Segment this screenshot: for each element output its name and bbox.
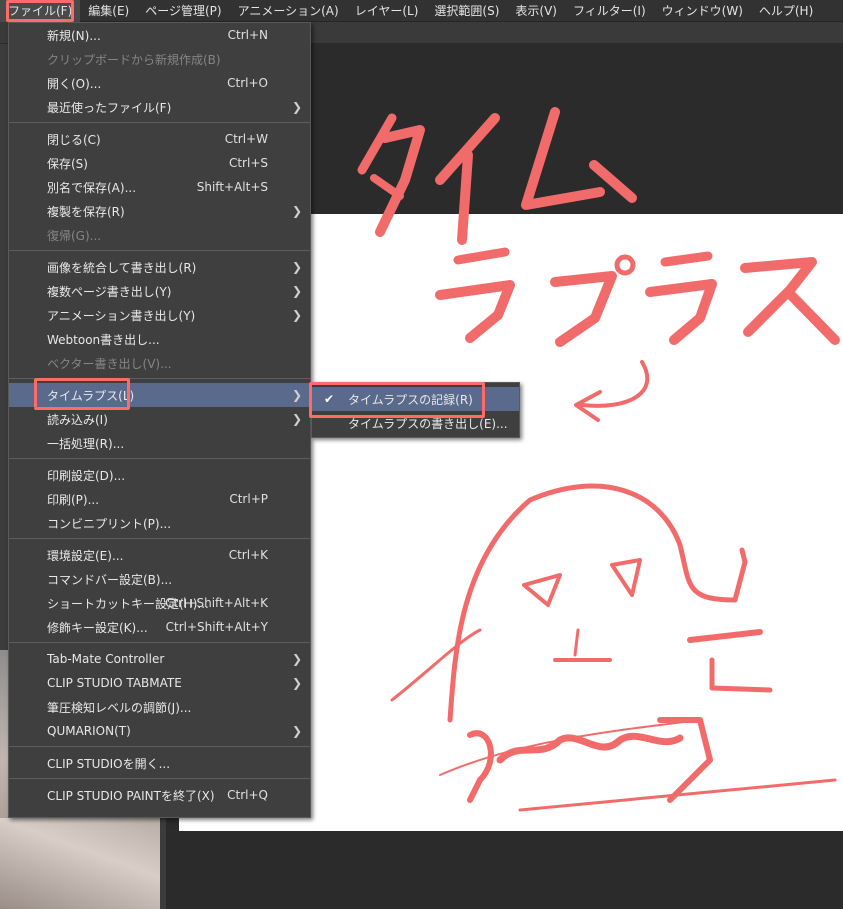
shortcut-label: Ctrl+Shift+Alt+K	[165, 596, 268, 610]
menu-filter[interactable]: フィルター(I)	[565, 0, 654, 22]
menu-item-export-animation[interactable]: アニメーション書き出し(Y) ❯	[9, 303, 310, 327]
menu-item-label: QUMARION(T)	[47, 724, 131, 738]
menu-item-label: CLIP STUDIOを開く...	[47, 756, 171, 771]
menu-item-label: 復帰(G)...	[47, 228, 102, 243]
menu-item-save-as[interactable]: 別名で保存(A)... Shift+Alt+S	[9, 175, 310, 199]
chevron-right-icon: ❯	[291, 204, 302, 218]
menu-item-close[interactable]: 閉じる(C) Ctrl+W	[9, 127, 310, 151]
shortcut-label: Ctrl+P	[229, 492, 268, 506]
menu-item-open-clip-studio[interactable]: CLIP STUDIOを開く...	[9, 751, 310, 775]
menu-view[interactable]: 表示(V)	[507, 0, 565, 22]
menu-item-label: 印刷(P)...	[47, 492, 100, 507]
panel-thumbnail-lower	[0, 818, 160, 909]
menu-item-print[interactable]: 印刷(P)... Ctrl+P	[9, 487, 310, 511]
menu-item-label: CLIP STUDIO PAINTを終了(X)	[47, 788, 215, 803]
menu-item-import[interactable]: 読み込み(I) ❯	[9, 407, 310, 431]
menu-item-recent-files[interactable]: 最近使ったファイル(F) ❯	[9, 95, 310, 119]
menu-item-label: Webtoon書き出し...	[47, 332, 160, 347]
menu-help[interactable]: ヘルプ(H)	[751, 0, 821, 22]
menu-item-open[interactable]: 開く(O)... Ctrl+O	[9, 71, 310, 95]
highlight-record-item	[309, 382, 485, 418]
menu-item-label: 最近使ったファイル(F)	[47, 100, 172, 115]
menu-item-label: 印刷設定(D)...	[47, 468, 126, 483]
menu-selection[interactable]: 選択範囲(S)	[426, 0, 507, 22]
menu-item-label: 保存(S)	[47, 156, 88, 171]
chevron-right-icon: ❯	[291, 388, 302, 402]
menu-item-export-multi[interactable]: 複数ページ書き出し(Y) ❯	[9, 279, 310, 303]
menu-separator	[9, 250, 310, 251]
menu-item-label: 閉じる(C)	[47, 132, 101, 147]
chevron-right-icon: ❯	[291, 284, 302, 298]
menu-item-save[interactable]: 保存(S) Ctrl+S	[9, 151, 310, 175]
menu-item-label: 修飾キー設定(K)...	[47, 620, 148, 635]
menu-item-command-bar[interactable]: コマンドバー設定(B)...	[9, 567, 310, 591]
menu-item-label: 開く(O)...	[47, 76, 102, 91]
menu-item-batch[interactable]: 一括処理(R)...	[9, 431, 310, 455]
menu-window[interactable]: ウィンドウ(W)	[654, 0, 751, 22]
menu-item-new-from-clipboard: クリップボードから新規作成(B)	[9, 47, 310, 71]
menu-item-new[interactable]: 新規(N)... Ctrl+N	[9, 23, 310, 47]
menu-layer[interactable]: レイヤー(L)	[347, 0, 427, 22]
shortcut-label: Ctrl+S	[228, 156, 268, 170]
menu-item-label: 読み込み(I)	[47, 412, 108, 427]
chevron-right-icon: ❯	[291, 412, 302, 426]
shortcut-label: Ctrl+Q	[227, 788, 268, 802]
menu-item-label: Tab-Mate Controller	[47, 652, 165, 666]
menu-edit[interactable]: 編集(E)	[80, 0, 137, 22]
file-menu: 新規(N)... Ctrl+N クリップボードから新規作成(B) 開く(O)...…	[8, 22, 311, 818]
menu-item-label: コマンドバー設定(B)...	[47, 572, 173, 587]
menu-animation[interactable]: アニメーション(A)	[230, 0, 347, 22]
menu-item-export-single[interactable]: 画像を統合して書き出し(R) ❯	[9, 255, 310, 279]
shortcut-label: Shift+Alt+S	[196, 180, 268, 194]
menu-item-label: 環境設定(E)...	[47, 548, 124, 563]
shortcut-label: Ctrl+N	[227, 28, 268, 42]
chevron-right-icon: ❯	[291, 260, 302, 274]
highlight-file-menu	[6, 0, 74, 22]
chevron-right-icon: ❯	[291, 652, 302, 666]
highlight-timelapse-item	[34, 378, 130, 410]
menu-separator	[9, 122, 310, 123]
menu-item-revert: 復帰(G)...	[9, 223, 310, 247]
menu-item-label: コンビニプリント(P)...	[47, 516, 172, 531]
menu-separator	[9, 538, 310, 539]
menu-item-label: 筆圧検知レベルの調節(J)...	[47, 700, 192, 715]
menu-item-tab-mate[interactable]: Tab-Mate Controller ❯	[9, 647, 310, 671]
menu-item-modifier-settings[interactable]: 修飾キー設定(K)... Ctrl+Shift+Alt+Y	[9, 615, 310, 639]
menu-bar: ファイル(F) 編集(E) ページ管理(P) アニメーション(A) レイヤー(L…	[0, 0, 843, 22]
menu-separator	[9, 458, 310, 459]
shortcut-label: Ctrl+Shift+Alt+Y	[165, 620, 268, 634]
menu-item-label: 画像を統合して書き出し(R)	[47, 260, 197, 275]
menu-item-convenience-print[interactable]: コンビニプリント(P)...	[9, 511, 310, 535]
menu-separator	[9, 746, 310, 747]
menu-item-exit[interactable]: CLIP STUDIO PAINTを終了(X) Ctrl+Q	[9, 783, 310, 807]
menu-item-print-settings[interactable]: 印刷設定(D)...	[9, 463, 310, 487]
menu-item-label: 新規(N)...	[47, 28, 101, 43]
menu-item-qumarion[interactable]: QUMARION(T) ❯	[9, 719, 310, 743]
menu-item-label: アニメーション書き出し(Y)	[47, 308, 196, 323]
menu-separator	[9, 642, 310, 643]
menu-item-shortcut-settings[interactable]: ショートカットキー設定(H)... Ctrl+Shift+Alt+K	[9, 591, 310, 615]
menu-item-export-webtoon[interactable]: Webtoon書き出し...	[9, 327, 310, 351]
menu-item-label: 複製を保存(R)	[47, 204, 125, 219]
menu-item-label: 一括処理(R)...	[47, 436, 125, 451]
menu-item-label: 複数ページ書き出し(Y)	[47, 284, 172, 299]
chevron-right-icon: ❯	[291, 724, 302, 738]
menu-item-label: クリップボードから新規作成(B)	[47, 52, 221, 67]
shortcut-label: Ctrl+O	[227, 76, 268, 90]
menu-separator	[9, 778, 310, 779]
menu-item-label: CLIP STUDIO TABMATE	[47, 676, 182, 690]
menu-item-export-vector: ベクター書き出し(V)...	[9, 351, 310, 375]
menu-item-tabmate[interactable]: CLIP STUDIO TABMATE ❯	[9, 671, 310, 695]
shortcut-label: Ctrl+K	[228, 548, 268, 562]
menu-item-label: ベクター書き出し(V)...	[47, 356, 172, 371]
menu-page[interactable]: ページ管理(P)	[137, 0, 229, 22]
menu-item-pen-pressure[interactable]: 筆圧検知レベルの調節(J)...	[9, 695, 310, 719]
chevron-right-icon: ❯	[291, 100, 302, 114]
menu-item-save-duplicate[interactable]: 複製を保存(R) ❯	[9, 199, 310, 223]
chevron-right-icon: ❯	[291, 308, 302, 322]
shortcut-label: Ctrl+W	[224, 132, 268, 146]
menu-item-label: 別名で保存(A)...	[47, 180, 137, 195]
menu-item-preferences[interactable]: 環境設定(E)... Ctrl+K	[9, 543, 310, 567]
chevron-right-icon: ❯	[291, 676, 302, 690]
